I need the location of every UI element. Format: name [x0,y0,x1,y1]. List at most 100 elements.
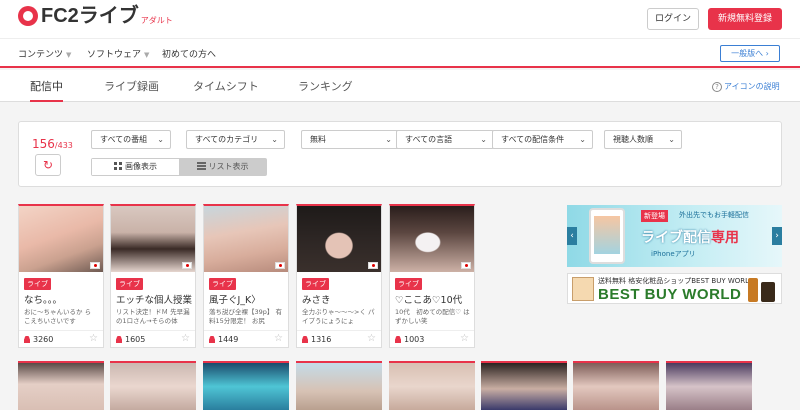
image-view-label: 画像表示 [125,162,157,171]
star-icon[interactable]: ☆ [181,333,190,344]
stream-thumbnail[interactable] [110,361,196,410]
stream-title[interactable]: なち。。。 [24,292,102,306]
stream-title[interactable]: エッチな個人授業 [116,292,194,306]
stream-thumbnail[interactable] [389,361,475,410]
viewer-count-value: 1316 [311,335,332,344]
banner-title-text: ライブ配信 [641,230,711,246]
star-icon[interactable]: ☆ [460,333,469,344]
price-select-value: 無料 [310,135,326,144]
stream-thumbnail[interactable] [18,361,104,410]
stream-description: 全力ぶりゃ〜〜〜>く パイプうにょうにょ [302,308,375,325]
image-view-button[interactable]: 画像表示 [92,159,179,175]
banner-title-emphasis: 専用 [711,230,739,246]
stream-card[interactable]: ライブ 風子ぐJ_K〉 落ち説び全裸【39p】 有料15分限定！ お尻 1449… [203,204,289,348]
stream-thumbnail[interactable] [481,361,567,410]
language-select[interactable]: すべての言語 ⌄ [396,130,494,149]
chevron-down-icon: ⌄ [480,135,487,144]
card-footer: 3260 ☆ [19,330,103,348]
viewer-count-value: 1003 [404,335,425,344]
tab-live[interactable]: 配信中 [30,78,63,102]
login-button[interactable]: ログイン [647,8,699,30]
person-icon [209,336,215,343]
program-select[interactable]: すべての番組 ⌄ [91,130,171,149]
nav-item-beginners[interactable]: 初めての方へ [162,47,216,60]
card-footer: 1003 ☆ [390,330,474,348]
reload-button[interactable]: ↻ [35,154,61,176]
stream-card[interactable]: ライブ なち。。。 おに〜ちゃんいるか ら こえちいさいです 3260 ☆ [18,204,104,348]
live-badge: ライブ [302,278,329,290]
chevron-down-icon: ⌄ [271,135,278,144]
viewer-count: 1316 [302,335,331,344]
stream-thumbnail[interactable] [666,361,752,410]
stream-card[interactable]: ライブ みさき 全力ぶりゃ〜〜〜>く パイプうにょうにょ 1316 ☆ [296,204,382,348]
stream-thumbnail[interactable] [203,361,289,410]
stream-description: 落ち説び全裸【39p】 有料15分限定！ お尻 [209,308,282,325]
result-count: 156/433 [32,137,73,151]
top-bar: FC2ライブ アダルト ログイン 新規無料登録 [0,0,800,38]
stream-thumbnail[interactable] [296,361,382,410]
stream-card[interactable]: ライブ ♡ここあ♡10代 10代 初めての配信♡ はずかしい笑 1003 ☆ [389,204,475,348]
viewer-count-value: 1605 [125,335,146,344]
chevron-right-icon[interactable]: › [772,227,782,245]
stream-card[interactable]: ライブ エッチな個人授業 リスト決定！ドＭ 先早漏 の1ロさん→そらの体 160… [110,204,196,348]
japan-flag-icon [182,262,192,269]
stream-thumbnail[interactable] [390,206,474,272]
tab-recordings[interactable]: ライブ録画 [104,78,159,102]
chevron-down-icon: ⌄ [668,135,675,144]
tab-ranking[interactable]: ランキング [298,78,353,102]
stream-title[interactable]: 風子ぐJ_K〉 [209,292,287,306]
banner-subtitle: 外出先でもお手軽配信 [679,211,749,219]
stream-title[interactable]: ♡ここあ♡10代 [395,292,473,306]
program-select-value: すべての番組 [100,135,148,144]
condition-select[interactable]: すべての配信条件 ⌄ [492,130,593,149]
tab-bar: 配信中 ライブ録画 タイムシフト ランキング ? アイコンの説明 [0,70,800,102]
nav-item-software[interactable]: ソフトウェア ▼ [87,47,149,60]
nav-item-label: ソフトウェア [87,50,142,60]
best-buy-world-banner[interactable]: 送料無料 格安化粧品ショップBEST BUY WORLD BEST BUY WO… [567,273,782,304]
stream-thumbnail[interactable] [204,206,288,272]
logo-sub-text: アダルト [140,16,173,25]
stream-thumbnail[interactable] [111,206,195,272]
price-select[interactable]: 無料 ⌄ [301,130,399,149]
japan-flag-icon [275,262,285,269]
star-icon[interactable]: ☆ [367,333,376,344]
category-select[interactable]: すべてのカテゴリ ⌄ [186,130,285,149]
star-icon[interactable]: ☆ [274,333,283,344]
banner-app-label: iPhoneアプリ [651,250,696,258]
register-button[interactable]: 新規無料登録 [708,8,782,30]
nav-item-contents[interactable]: コンテンツ ▼ [18,47,71,60]
japan-flag-icon [90,262,100,269]
nav-bar: コンテンツ ▼ ソフトウェア ▼ 初めての方へ 一般版へ › [0,38,800,68]
japan-flag-icon [461,262,471,269]
viewer-count: 1003 [395,335,424,344]
stream-thumbnail[interactable] [19,206,103,272]
icon-help-link[interactable]: ? アイコンの説明 [712,81,780,92]
stream-thumbnail[interactable] [297,206,381,272]
filter-panel: 156/433 ↻ すべての番組 ⌄ すべてのカテゴリ ⌄ 無料 ⌄ すべての言語 ⌄ … [18,121,782,187]
stream-thumbnail[interactable] [573,361,659,410]
sort-select[interactable]: 視聴人数順 ⌄ [604,130,682,149]
general-version-button[interactable]: 一般版へ › [720,45,780,62]
stream-description: 10代 初めての配信♡ はずかしい笑 [395,308,470,325]
product-box-image [572,277,594,301]
chevron-left-icon[interactable]: ‹ [567,227,577,245]
chevron-down-icon: ⌄ [579,135,586,144]
person-icon [116,336,122,343]
phone-image [589,208,625,264]
banner-brand: BEST BUY WORLD [598,286,742,303]
list-view-button[interactable]: リスト表示 [179,159,266,175]
result-count-total: /433 [54,141,73,150]
card-footer: 1449 ☆ [204,330,288,348]
iphone-app-banner[interactable]: ‹ 新登場 外出先でもお手軽配信 ライブ配信専用 iPhoneアプリ › [567,205,782,267]
star-icon[interactable]: ☆ [89,333,98,344]
chevron-down-icon: ⌄ [157,135,164,144]
sort-select-value: 視聴人数順 [613,135,653,144]
viewer-count-value: 1449 [218,335,239,344]
tab-timeshift[interactable]: タイムシフト [193,78,259,102]
stream-title[interactable]: みさき [302,292,380,306]
logo[interactable]: FC2ライブ アダルト [18,6,173,26]
grid-icon [114,162,122,170]
language-select-value: すべての言語 [405,135,453,144]
card-footer: 1605 ☆ [111,330,195,348]
list-view-label: リスト表示 [208,162,249,171]
